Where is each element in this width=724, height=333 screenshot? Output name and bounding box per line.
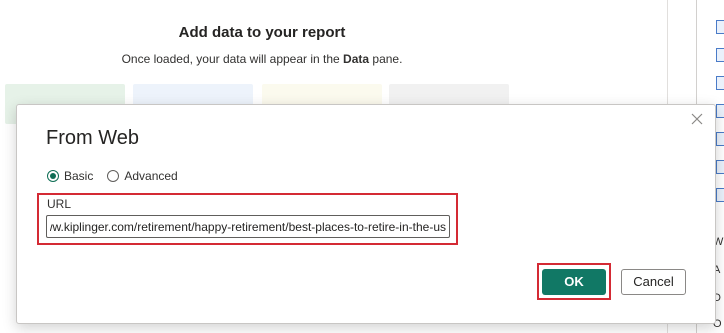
ok-highlight-box: [537, 263, 611, 300]
advanced-radio[interactable]: Advanced: [107, 169, 178, 183]
cancel-button[interactable]: Cancel: [621, 269, 686, 295]
url-highlight-box: [37, 193, 458, 245]
advanced-radio-circle[interactable]: [107, 170, 120, 182]
scatter-icon[interactable]: [716, 160, 724, 174]
area-chart-icon[interactable]: [716, 48, 724, 62]
from-web-dialog: From Web Basic Advanced URL OK Cancel: [16, 104, 716, 324]
pie-chart-icon[interactable]: [716, 188, 724, 202]
add-data-heading: Add data to your report: [178, 24, 346, 41]
waterfall-icon[interactable]: [716, 104, 724, 118]
funnel-icon[interactable]: [716, 132, 724, 146]
matrix-icon[interactable]: [716, 76, 724, 90]
subtitle-bold: Data: [343, 52, 370, 66]
add-data-subtitle: Once loaded, your data will appear in th…: [0, 52, 524, 66]
line-chart-icon[interactable]: [716, 20, 724, 34]
dialog-title: From Web: [46, 127, 139, 149]
subtitle-prefix: Once loaded, your data will appear in th…: [121, 52, 344, 66]
basic-radio[interactable]: Basic: [47, 169, 93, 183]
advanced-radio-label: Advanced: [124, 169, 178, 183]
basic-radio-circle[interactable]: [47, 170, 59, 182]
mode-radio-group: Basic Advanced: [47, 169, 192, 183]
close-icon: [691, 113, 703, 125]
close-button[interactable]: [689, 111, 705, 127]
subtitle-suffix: pane.: [369, 52, 403, 66]
basic-radio-label: Basic: [64, 169, 94, 183]
